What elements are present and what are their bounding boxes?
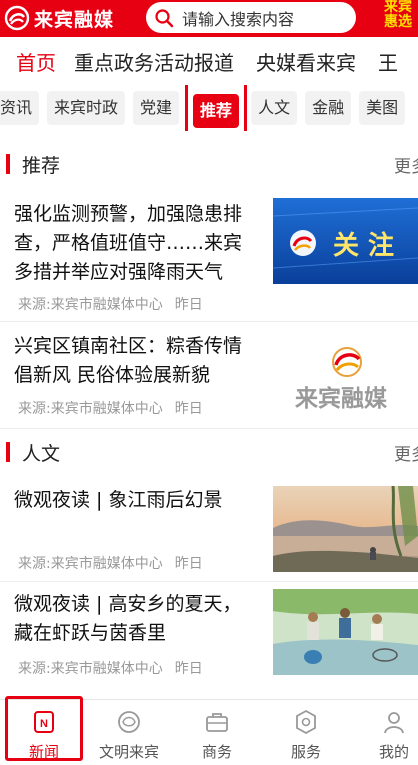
active-bottom-tab-highlight	[5, 696, 83, 761]
tab-label: 我的	[378, 743, 409, 761]
logo-text: 来宾融媒	[34, 8, 115, 31]
article-title[interactable]: 微观夜读 | 象江雨后幻景	[14, 486, 258, 515]
nav-central-media[interactable]: 央媒看来宾	[256, 47, 356, 76]
article-thumbnail[interactable]: 关 注	[273, 198, 418, 284]
tab-label: 服务	[290, 743, 321, 761]
tab-party[interactable]: 党建	[133, 91, 180, 125]
tab-photos[interactable]: 美图	[359, 91, 406, 125]
thumbnail-caption: 来宾融媒	[295, 385, 388, 412]
article-thumbnail[interactable]	[273, 486, 418, 572]
tab-label: 文明来宾	[98, 743, 159, 761]
more-link[interactable]: 更多	[394, 440, 418, 465]
list-item[interactable]: 兴宾区镇南社区：粽香传情倡新风 民俗体验展新貌 来源:来宾市融媒体中心 昨日 来宾…	[0, 322, 418, 428]
list-item[interactable]: 微观夜读 | 高安乡的夏天，藏在虾跃与茵香里 来源:来宾市融媒体中心 昨日	[0, 582, 418, 692]
nav-home[interactable]: 首页	[16, 47, 56, 76]
search-icon	[155, 8, 174, 27]
search-placeholder: 请输入搜索内容	[182, 9, 295, 29]
article-source: 来源:来宾市融媒体中心	[18, 297, 163, 313]
article-thumbnail[interactable]	[273, 589, 418, 675]
tab-news[interactable]: 资讯	[0, 91, 40, 125]
article-time: 昨日	[174, 297, 203, 313]
list-item[interactable]: 微观夜读 | 象江雨后幻景 来源:来宾市融媒体中心 昨日	[0, 478, 418, 580]
article-source: 来源:来宾市融媒体中心	[18, 556, 163, 572]
article-thumbnail[interactable]: 来宾融媒	[273, 330, 418, 416]
promo-line-1: 来宾	[384, 0, 412, 15]
thumbnail-image: 来宾融媒	[273, 330, 418, 416]
article-meta: 来源:来宾市融媒体中心 昨日	[18, 398, 203, 418]
article-title[interactable]: 兴宾区镇南社区：粽香传情倡新风 民俗体验展新貌	[14, 332, 258, 390]
section-accent-bar	[6, 442, 10, 462]
tab-laibin-politics[interactable]: 来宾时政	[47, 91, 126, 125]
user-icon	[384, 712, 404, 734]
hexagon-icon	[296, 709, 316, 735]
article-time: 昨日	[174, 401, 203, 417]
promo-banner[interactable]: 来宾 惠选	[384, 0, 418, 37]
list-item[interactable]: 强化监测预警，加强隐患排查，严格值班值守……来宾多措并举应对强降雨天气 来源:来…	[0, 190, 418, 320]
thumbnail-image: 关 注	[273, 198, 418, 284]
nav-key-affairs[interactable]: 重点政务活动报道	[74, 47, 234, 76]
section-header-recommend: 推荐 更多	[0, 144, 418, 184]
tab-finance[interactable]: 金融	[305, 91, 352, 125]
top-header: 来宾融媒 请输入搜索内容 来宾 惠选	[0, 0, 418, 37]
tab-label: 商务	[201, 743, 232, 761]
article-source: 来源:来宾市融媒体中心	[18, 401, 163, 417]
sub-tabs: 资讯 来宾时政 党建 推荐 人文 金融 美图	[0, 85, 418, 131]
tab-mine[interactable]: 我的	[352, 700, 418, 765]
more-link[interactable]: 更多	[394, 152, 418, 177]
article-source: 来源:来宾市融媒体中心	[18, 661, 163, 677]
row-divider	[0, 428, 418, 429]
nav-overflow-item[interactable]: 王	[378, 47, 398, 76]
article-title[interactable]: 微观夜读 | 高安乡的夏天，藏在虾跃与茵香里	[14, 590, 258, 648]
section-title: 推荐	[22, 155, 61, 177]
briefcase-icon	[206, 713, 228, 732]
active-tab-highlight: 推荐	[185, 85, 248, 131]
promo-line-2: 惠选	[384, 14, 412, 30]
article-title[interactable]: 强化监测预警，加强隐患排查，严格值班值守……来宾多措并举应对强降雨天气	[14, 200, 258, 287]
article-time: 昨日	[174, 556, 203, 572]
tab-civilization[interactable]: 文明来宾	[87, 700, 171, 765]
section-header-culture: 人文 更多	[0, 432, 418, 472]
article-meta: 来源:来宾市融媒体中心 昨日	[18, 553, 203, 573]
section-title: 人文	[22, 443, 61, 465]
search-input[interactable]: 请输入搜索内容	[146, 2, 356, 33]
main-nav: 首页 重点政务活动报道 央媒看来宾 王	[0, 37, 418, 85]
tab-services[interactable]: 服务	[264, 700, 348, 765]
thumbnail-image	[273, 486, 418, 572]
article-time: 昨日	[174, 661, 203, 677]
thumbnail-image	[273, 589, 418, 675]
tab-culture[interactable]: 人文	[251, 91, 298, 125]
civilization-icon	[118, 711, 140, 733]
tab-business[interactable]: 商务	[175, 700, 259, 765]
article-meta: 来源:来宾市融媒体中心 昨日	[18, 294, 203, 314]
app-logo[interactable]: 来宾融媒	[4, 4, 114, 32]
article-meta: 来源:来宾市融媒体中心 昨日	[18, 658, 203, 678]
logo-swirl-icon	[4, 5, 30, 31]
section-accent-bar	[6, 154, 10, 174]
tab-recommend[interactable]: 推荐	[193, 94, 240, 128]
thumbnail-caption: 关 注	[333, 230, 394, 261]
